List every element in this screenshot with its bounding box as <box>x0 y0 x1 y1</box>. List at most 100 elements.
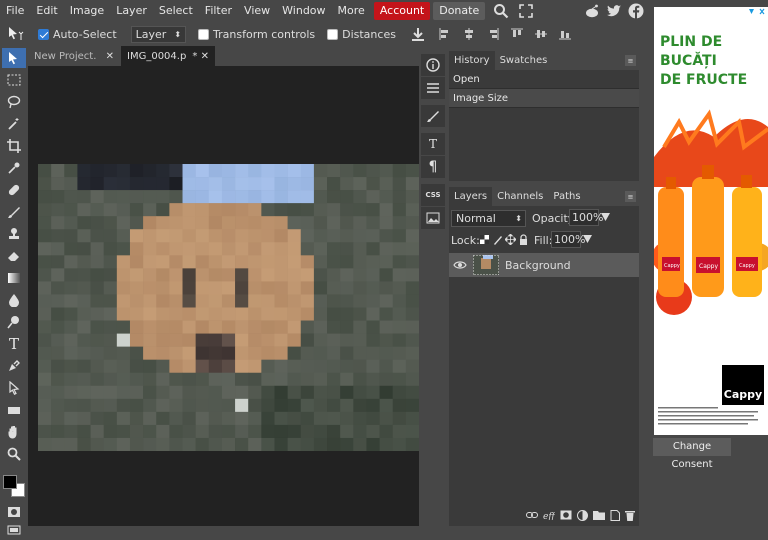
lock-position-icon[interactable] <box>505 234 516 245</box>
transform-controls-label: Transform controls <box>213 27 316 41</box>
text-tool-icon: T <box>8 335 19 353</box>
layer-select-value: Layer <box>135 27 167 41</box>
fill-input[interactable]: 100% <box>551 231 585 248</box>
delete-layer-icon[interactable] <box>625 510 635 521</box>
distances-checkbox[interactable] <box>327 28 339 40</box>
fullscreen-icon[interactable] <box>519 4 534 18</box>
change-consent-button[interactable]: Change Consent <box>653 438 731 470</box>
menu-layer[interactable]: Layer <box>110 0 153 22</box>
reddit-icon[interactable] <box>584 3 600 19</box>
new-layer-icon[interactable] <box>610 509 620 521</box>
screen-mode-button[interactable] <box>2 520 26 540</box>
distances-label: Distances <box>342 27 396 41</box>
shape-tool[interactable] <box>2 400 26 420</box>
eraser-tool[interactable] <box>2 246 26 266</box>
menu-file[interactable]: File <box>0 0 30 22</box>
panel-menu-icon[interactable]: ≡ <box>625 55 636 66</box>
lock-all-icon[interactable] <box>519 234 528 245</box>
marquee-tool[interactable] <box>2 70 26 90</box>
ad-info-icon[interactable] <box>747 7 767 17</box>
opacity-input[interactable]: 100% <box>569 209 603 226</box>
twitter-icon[interactable] <box>606 3 622 19</box>
blend-mode-select[interactable]: Normal ⬍ <box>451 210 526 227</box>
align-bottom-icon[interactable] <box>558 27 572 41</box>
align-middle-icon[interactable] <box>534 27 548 41</box>
download-icon[interactable] <box>410 26 426 42</box>
add-mask-icon[interactable] <box>560 510 572 520</box>
tab-new-project[interactable]: New Project. ✕ <box>28 46 120 66</box>
align-top-icon[interactable] <box>510 27 524 41</box>
search-icon[interactable] <box>493 3 509 19</box>
move-tool-icon[interactable] <box>6 25 26 43</box>
auto-select-checkbox[interactable] <box>38 28 49 40</box>
menu-select[interactable]: Select <box>153 0 199 22</box>
text-tool[interactable]: T <box>2 334 26 354</box>
facebook-icon[interactable] <box>628 3 644 19</box>
new-group-icon[interactable] <box>593 510 605 520</box>
pen-tool[interactable] <box>2 356 26 376</box>
align-center-icon[interactable] <box>462 27 476 41</box>
info-panel-button[interactable] <box>421 54 445 76</box>
align-left-icon[interactable] <box>438 27 452 41</box>
menu-filter[interactable]: Filter <box>199 0 238 22</box>
pixelated-dog-image[interactable] <box>38 164 419 451</box>
menu-view[interactable]: View <box>238 0 276 22</box>
tab-swatches[interactable]: Swatches <box>495 51 553 70</box>
bottle-label-3: Cappy <box>739 263 755 269</box>
foreground-color-swatch[interactable] <box>3 475 17 489</box>
tab-history[interactable]: History <box>449 51 495 70</box>
lasso-tool[interactable] <box>2 92 26 112</box>
stamp-tool[interactable] <box>2 224 26 244</box>
close-icon[interactable]: ✕ <box>201 51 209 62</box>
path-select-tool[interactable] <box>2 378 26 398</box>
quick-mask-button[interactable] <box>2 502 26 522</box>
brush-tool[interactable] <box>2 202 26 222</box>
eyedropper-tool[interactable] <box>2 158 26 178</box>
css-panel-button[interactable]: CSS <box>421 184 445 206</box>
donate-button[interactable]: Donate <box>433 2 486 20</box>
character-panel-button[interactable]: T <box>421 133 445 155</box>
visibility-eye-icon[interactable] <box>453 260 467 270</box>
marquee-icon <box>7 74 21 86</box>
bottle-label-2: Cappy <box>699 263 718 270</box>
fill-dropdown-icon[interactable] <box>583 235 592 243</box>
crop-tool[interactable] <box>2 136 26 156</box>
color-swatches[interactable] <box>2 474 26 500</box>
zoom-tool[interactable] <box>2 444 26 464</box>
menu-image[interactable]: Image <box>64 0 110 22</box>
lock-transparency-icon[interactable] <box>480 235 489 244</box>
menu-window[interactable]: Window <box>276 0 331 22</box>
layer-select[interactable]: Layer ⬍ <box>130 25 187 43</box>
menu-edit[interactable]: Edit <box>30 0 63 22</box>
move-tool[interactable] <box>2 48 26 68</box>
layer-row-background[interactable]: Background <box>449 253 639 277</box>
gradient-tool[interactable] <box>2 268 26 288</box>
tab-layers[interactable]: Layers <box>449 187 493 206</box>
transform-controls-checkbox[interactable] <box>198 28 210 40</box>
dodge-tool[interactable] <box>2 312 26 332</box>
tab-paths[interactable]: Paths <box>548 187 585 206</box>
image-panel-button[interactable] <box>421 207 445 229</box>
hand-tool[interactable] <box>2 422 26 442</box>
brush-panel-button[interactable] <box>421 105 445 127</box>
link-layers-icon[interactable] <box>526 511 538 519</box>
blur-tool[interactable] <box>2 290 26 310</box>
lock-pixels-icon[interactable] <box>493 234 503 245</box>
advertisement-banner[interactable]: PLIN DE BUCĂȚI DE FRUCTE Cappy Cappy Cap… <box>654 7 768 435</box>
tab-channels[interactable]: Channels <box>492 187 548 206</box>
close-icon[interactable]: ✕ <box>106 51 114 62</box>
paragraph-panel-button[interactable]: ¶ <box>421 156 445 178</box>
history-item-image-size[interactable]: Image Size <box>449 89 639 108</box>
tab-img-0004[interactable]: IMG_0004.p * ✕ <box>121 46 215 66</box>
adjustment-layer-icon[interactable] <box>577 509 588 521</box>
magic-wand-tool[interactable] <box>2 114 26 134</box>
opacity-dropdown-icon[interactable] <box>601 213 610 221</box>
healing-tool[interactable] <box>2 180 26 200</box>
account-button[interactable]: Account <box>373 2 431 20</box>
history-item-open[interactable]: Open <box>449 70 639 89</box>
layer-effects-icon[interactable]: eff <box>543 510 555 520</box>
panel-menu-icon[interactable]: ≡ <box>625 191 636 202</box>
align-right-icon[interactable] <box>486 27 500 41</box>
properties-panel-button[interactable] <box>421 77 445 99</box>
menu-more[interactable]: More <box>332 0 371 22</box>
